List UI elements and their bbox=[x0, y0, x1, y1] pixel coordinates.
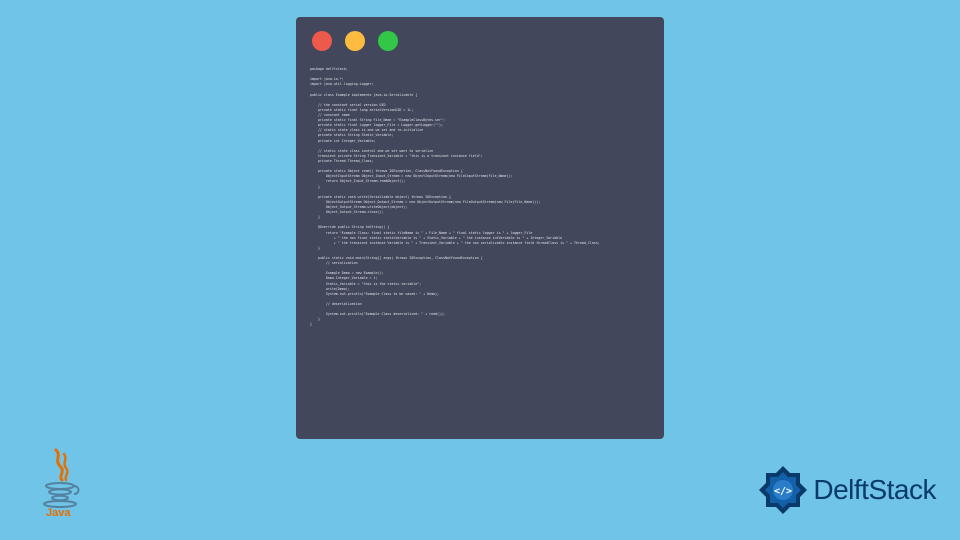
delftstack-logo: </> DelftStack bbox=[757, 464, 936, 516]
java-logo: Java bbox=[38, 446, 86, 518]
delftstack-icon: </> bbox=[757, 464, 809, 516]
close-dot[interactable] bbox=[312, 31, 332, 51]
code-content: package delftstack; import java.io.*; im… bbox=[310, 67, 650, 328]
svg-text:Java: Java bbox=[46, 507, 71, 518]
delftstack-label: DelftStack bbox=[813, 474, 936, 506]
window-controls bbox=[312, 31, 650, 51]
minimize-dot[interactable] bbox=[345, 31, 365, 51]
svg-text:</>: </> bbox=[774, 486, 792, 497]
code-window: package delftstack; import java.io.*; im… bbox=[296, 17, 664, 439]
java-icon: Java bbox=[38, 446, 86, 518]
maximize-dot[interactable] bbox=[378, 31, 398, 51]
